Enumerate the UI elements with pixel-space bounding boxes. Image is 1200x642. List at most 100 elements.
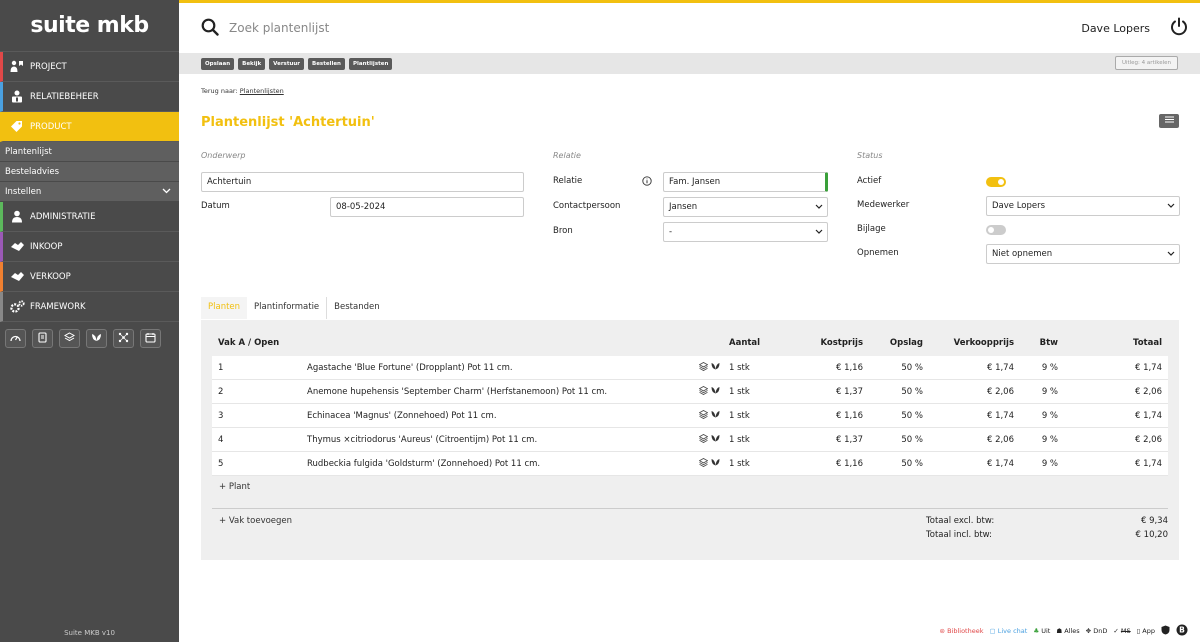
toggle-knob [998,179,1004,185]
plantlijsten-button[interactable]: Plantlijsten [348,57,393,70]
dnd-toggle[interactable]: ✥ DnD [1086,627,1108,635]
table-row[interactable]: 2 Anemone hupehensis 'September Charm' (… [212,380,1168,404]
breadcrumb-link[interactable]: Plantenlijsten [240,87,284,95]
row-btw: 9 % [1041,410,1058,421]
app-link[interactable]: ▯ App [1137,627,1155,635]
row-nr: 5 [218,458,224,469]
verstuur-button[interactable]: Verstuur [269,57,304,70]
power-icon[interactable] [1170,17,1188,39]
actief-toggle[interactable] [986,177,1006,187]
tab-bestanden[interactable]: Bestanden [327,297,386,319]
table-row[interactable]: 4 Thymus ×citriodorus 'Aureus' (Citroent… [212,428,1168,452]
uit-label: Uit [1041,627,1051,635]
dashboard-button[interactable] [5,329,26,348]
leaf-icon[interactable] [711,458,720,469]
table-divider [212,508,1168,509]
tab-bar: Planten Plantinformatie Bestanden [201,297,387,319]
table-row[interactable]: 5 Rudbeckia fulgida 'Goldsturm' (Zonneho… [212,452,1168,476]
uit-toggle[interactable]: ♣ Uit [1033,627,1050,635]
row-plant-name[interactable]: Agastache 'Blue Fortune' (Dropplant) Pot… [307,363,699,373]
opnemen-select[interactable]: Niet opnemen [986,244,1180,264]
row-totaal: € 1,74 [1134,458,1162,469]
row-aantal[interactable]: 1 stk [729,411,799,421]
row-aantal[interactable]: 1 stk [729,363,799,373]
sidebar-item-relatiebeheer[interactable]: RELATIEBEHEER [0,82,179,112]
bekijk-button[interactable]: Bekijk [238,57,266,70]
layers-icon[interactable] [698,433,709,446]
row-aantal[interactable]: 1 stk [729,387,799,397]
search-input[interactable] [229,21,729,35]
bibliotheek-label: Bibliotheek [947,627,984,635]
info-icon[interactable] [642,176,652,189]
row-verkoopprijs: € 1,74 [986,458,1014,469]
uitleg-button[interactable]: Uitleg: 4 artikelen [1114,56,1178,70]
leaf-icon[interactable] [711,434,720,445]
network-button[interactable] [113,329,134,348]
bitcoin-icon[interactable]: B [1176,624,1188,638]
row-plant-name[interactable]: Anemone hupehensis 'September Charm' (He… [307,387,699,397]
table-row[interactable]: 3 Echinacea 'Magnus' (Zonnehoed) Pot 11 … [212,404,1168,428]
user-name[interactable]: Dave Lopers [1081,22,1150,35]
sidebar-subitem-besteladvies[interactable]: Besteladvies [0,162,179,182]
row-plant-name[interactable]: Echinacea 'Magnus' (Zonnehoed) Pot 11 cm… [307,411,699,421]
menu-button[interactable] [1159,114,1179,128]
layers-button[interactable] [59,329,80,348]
app-logo[interactable]: suite mkb [0,0,179,52]
leaf-icon[interactable] [711,362,720,373]
calendar-button[interactable] [140,329,161,348]
sidebar-item-label: PRODUCT [30,121,72,132]
layers-icon[interactable] [698,409,709,422]
plants-button[interactable] [86,329,107,348]
table-row[interactable]: 1 Agastache 'Blue Fortune' (Dropplant) P… [212,356,1168,380]
layers-icon[interactable] [698,361,709,374]
row-kostprijs: € 1,16 [835,410,863,421]
move-icon: ✥ [1085,627,1092,635]
sidebar-subitem-label: Instellen [5,186,42,197]
row-aantal[interactable]: 1 stk [729,435,799,445]
leaf-icon[interactable] [711,410,720,421]
sidebar-item-verkoop[interactable]: VERKOOP [0,262,179,292]
datum-field[interactable]: 08-05-2024 [330,197,524,217]
sidebar-item-product[interactable]: PRODUCT [0,112,179,142]
ms-toggle[interactable]: ✓ MS [1113,627,1130,635]
planten-panel: Vak A / Open Aantal Kostprijs Opslag Ver… [201,320,1179,560]
leaf-icon[interactable] [711,386,720,397]
medewerker-select[interactable]: Dave Lopers [986,196,1180,216]
search-icon[interactable] [201,18,219,39]
sidebar-item-inkoop[interactable]: INKOOP [0,232,179,262]
bestellen-button[interactable]: Bestellen [308,57,345,70]
tab-plantinformatie[interactable]: Plantinformatie [247,297,328,319]
row-plant-name[interactable]: Rudbeckia fulgida 'Goldsturm' (Zonnehoed… [307,459,699,469]
relatie-field[interactable]: Fam. Jansen [663,172,828,192]
bibliotheek-link[interactable]: ⊜ Bibliotheek [940,627,984,635]
bron-label: Bron [553,226,573,236]
row-btw: 9 % [1041,434,1058,445]
shield-icon[interactable] [1161,625,1170,637]
header-vak[interactable]: Vak A / Open [212,338,307,348]
sidebar-item-administratie[interactable]: ADMINISTRATIE [0,202,179,232]
alles-toggle[interactable]: ☗ Alles [1056,627,1079,635]
totaal-excl-label: Totaal excl. btw: [926,516,995,526]
layers-icon[interactable] [698,457,709,470]
sidebar-item-project[interactable]: PROJECT [0,52,179,82]
onderwerp-field[interactable]: Achtertuin [201,172,524,192]
add-vak-button[interactable]: + Vak toevoegen [219,516,292,526]
row-aantal[interactable]: 1 stk [729,459,799,469]
ms-label: MS [1120,627,1131,635]
livechat-link[interactable]: ▢ Live chat [990,627,1028,635]
bijlage-toggle[interactable] [986,225,1006,235]
invoice-button[interactable] [32,329,53,348]
sidebar-item-framework[interactable]: FRAMEWORK [0,292,179,322]
sidebar-subitem-plantenlijst[interactable]: Plantenlijst [0,142,179,162]
row-plant-name[interactable]: Thymus ×citriodorus 'Aureus' (Citroentij… [307,435,699,445]
add-plant-button[interactable]: + Plant [219,482,250,492]
tab-planten[interactable]: Planten [201,297,248,319]
row-opslag: 50 % [901,386,923,397]
sidebar-item-label: VERKOOP [30,271,71,282]
opslaan-button[interactable]: Opslaan [201,57,235,70]
layers-icon[interactable] [698,385,709,398]
row-opslag: 50 % [901,434,923,445]
sidebar-subitem-instellen[interactable]: Instellen [0,182,179,202]
bron-select[interactable]: - [663,222,828,242]
contactpersoon-select[interactable]: Jansen [663,197,828,217]
